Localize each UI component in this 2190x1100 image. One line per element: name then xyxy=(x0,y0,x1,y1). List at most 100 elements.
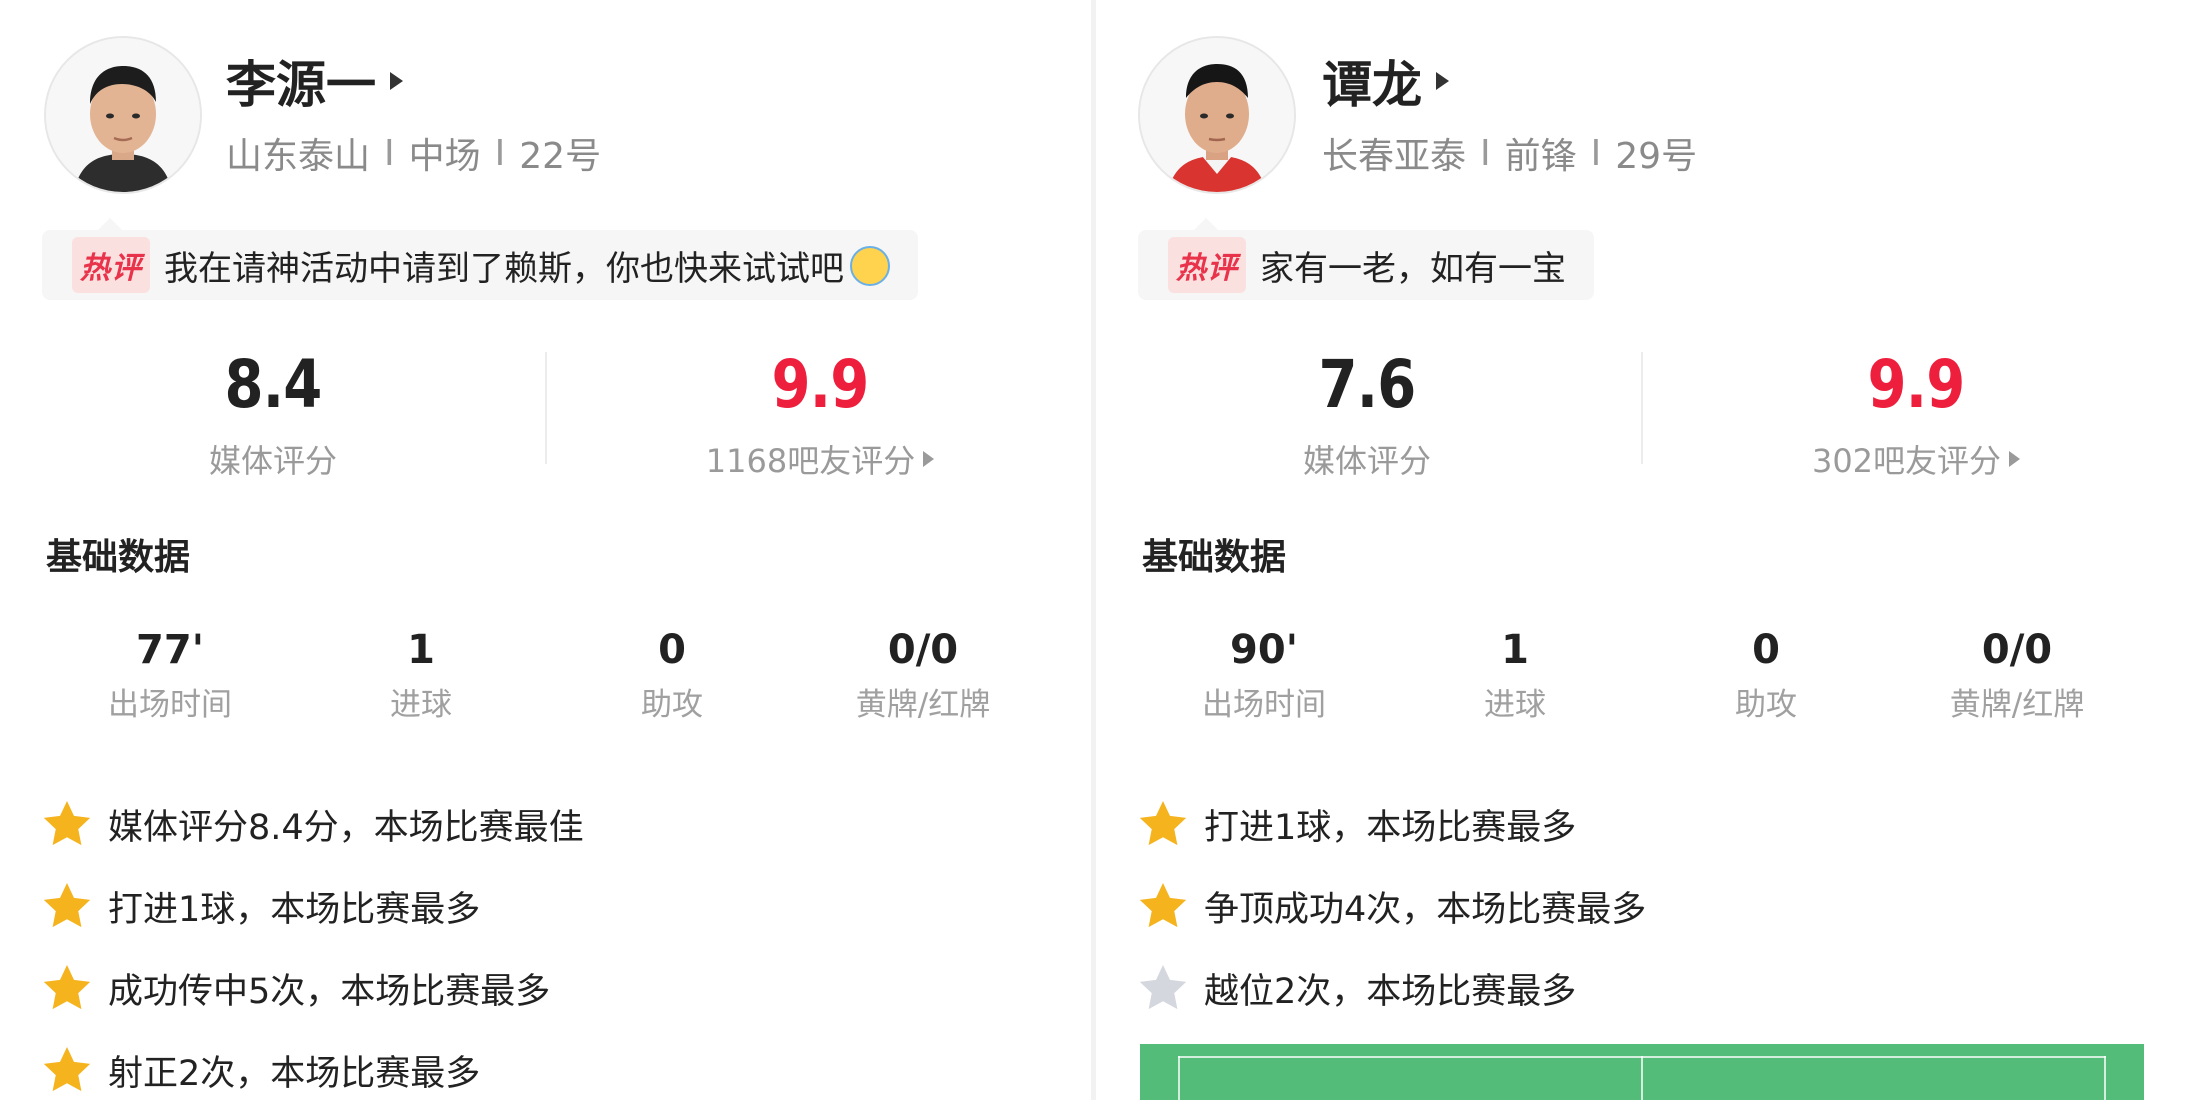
star-icon xyxy=(1139,801,1187,846)
meta-separator: I xyxy=(1480,132,1491,174)
highlight-text: 打进1球，本场比赛最多 xyxy=(108,889,481,930)
player-number: 29号 xyxy=(1615,136,1698,177)
player-name-text: 谭龙 xyxy=(1322,56,1422,114)
smiling-face-emoji-icon xyxy=(850,245,890,286)
stat-goals: 1 进球 xyxy=(1390,620,1640,730)
triangle-right-icon xyxy=(1436,72,1449,90)
media-score-cell: 8.4 媒体评分 xyxy=(173,342,373,482)
stat-minutes: 77' 出场时间 xyxy=(45,620,295,730)
triangle-right-icon xyxy=(390,72,403,90)
highlight-item: 射正2次，本场比赛最多 xyxy=(40,1040,480,1100)
player-number: 22号 xyxy=(519,136,602,177)
meta-separator: I xyxy=(384,132,395,174)
stat-label: 助攻 xyxy=(1735,687,1797,723)
highlight-item: 成功传中5次，本场比赛最多 xyxy=(40,958,550,1018)
player-card-left: 李源一 山东泰山 I 中场 I 22号 热评 我在请神活动中请到了赖斯，你也快来… xyxy=(0,0,1091,1100)
pitch-heatmap[interactable] xyxy=(1140,1044,2144,1100)
stat-value: 77' xyxy=(136,627,204,673)
hot-comment-badge: 热评 xyxy=(72,237,150,293)
triangle-right-icon xyxy=(2009,451,2021,467)
player-meta: 山东泰山 I 中场 I 22号 xyxy=(226,128,601,178)
player-name[interactable]: 李源一 xyxy=(226,48,403,114)
meta-separator: I xyxy=(494,132,506,174)
player-position: 中场 xyxy=(408,136,481,177)
player-photo-icon xyxy=(1140,38,1294,192)
stat-value: 0/0 xyxy=(1981,627,2053,673)
player-photo-icon xyxy=(46,38,200,192)
player-name-text: 李源一 xyxy=(226,56,376,114)
highlight-item: 越位2次，本场比赛最多 xyxy=(1136,958,1576,1018)
highlight-text: 射正2次，本场比赛最多 xyxy=(108,1053,481,1094)
highlight-text: 媒体评分8.4分，本场比赛最佳 xyxy=(108,807,584,848)
highlight-item: 打进1球，本场比赛最多 xyxy=(40,876,480,936)
stat-assists: 0 助攻 xyxy=(547,620,797,730)
stat-label: 黄牌/红牌 xyxy=(1949,687,2085,723)
team-name: 山东泰山 xyxy=(226,136,371,177)
basic-stats: 77' 出场时间 1 进球 0 助攻 0/0 黄牌/红牌 xyxy=(0,620,1091,730)
stat-value: 0/0 xyxy=(887,627,959,673)
stat-label: 黄牌/红牌 xyxy=(855,687,991,723)
player-meta: 长春亚泰 I 前锋 I 29号 xyxy=(1322,128,1697,178)
section-title-basic-stats: 基础数据 xyxy=(1142,537,1287,578)
stat-label: 进球 xyxy=(1484,687,1546,723)
star-icon xyxy=(43,883,91,928)
media-score-cell: 7.6 媒体评分 xyxy=(1267,342,1467,482)
player-card-right: 谭龙 长春亚泰 I 前锋 I 29号 热评 家有一老，如有一宝 7.6 媒体评分… xyxy=(1096,0,2190,1100)
hot-comment-text: 我在请神活动中请到了赖斯，你也快来试试吧 xyxy=(164,241,890,290)
highlight-item: 争顶成功4次，本场比赛最多 xyxy=(1136,876,1646,936)
stat-label: 进球 xyxy=(390,687,452,723)
stat-assists: 0 助攻 xyxy=(1641,620,1891,730)
score-row: 7.6 媒体评分 9.9 302吧友评分 xyxy=(1096,342,2190,482)
star-icon xyxy=(1139,965,1187,1010)
fan-score: 9.9 xyxy=(771,346,870,423)
star-icon xyxy=(43,801,91,846)
pitch-halfway-line xyxy=(1641,1056,1643,1100)
stat-value: 90' xyxy=(1230,627,1298,673)
fan-score: 9.9 xyxy=(1867,346,1966,423)
media-score-label: 媒体评分 xyxy=(1302,442,1431,480)
player-position: 前锋 xyxy=(1504,136,1577,177)
stat-value: 0 xyxy=(1752,627,1780,673)
fan-score-link[interactable]: 302吧友评分 xyxy=(1811,436,2021,482)
triangle-right-icon xyxy=(923,451,935,467)
player-name[interactable]: 谭龙 xyxy=(1322,48,1449,114)
highlight-text: 打进1球，本场比赛最多 xyxy=(1204,807,1577,848)
media-score-label: 媒体评分 xyxy=(208,442,337,480)
score-divider xyxy=(545,352,547,464)
highlight-item: 媒体评分8.4分，本场比赛最佳 xyxy=(40,794,584,854)
highlight-item: 打进1球，本场比赛最多 xyxy=(1136,794,1576,854)
score-row: 8.4 媒体评分 9.9 1168吧友评分 xyxy=(0,342,1091,482)
hot-comment-badge: 热评 xyxy=(1168,237,1246,293)
media-score: 7.6 xyxy=(1318,346,1417,423)
fan-score-link[interactable]: 1168吧友评分 xyxy=(705,436,935,482)
player-avatar[interactable] xyxy=(1138,36,1296,194)
stat-label: 助攻 xyxy=(641,687,703,723)
hot-comment-bubble[interactable]: 热评 家有一老，如有一宝 xyxy=(1138,218,1594,300)
highlight-text: 争顶成功4次，本场比赛最多 xyxy=(1204,889,1647,930)
score-divider xyxy=(1641,352,1643,464)
fan-score-label: 302吧友评分 xyxy=(1811,442,2002,480)
media-score: 8.4 xyxy=(224,346,323,423)
stat-value: 0 xyxy=(658,627,686,673)
pitch-line xyxy=(1178,1056,1180,1100)
fan-score-cell[interactable]: 9.9 1168吧友评分 xyxy=(620,342,1020,482)
section-title-basic-stats: 基础数据 xyxy=(46,537,191,578)
player-avatar[interactable] xyxy=(44,36,202,194)
highlight-text: 越位2次，本场比赛最多 xyxy=(1204,971,1577,1012)
hot-comment-content: 我在请神活动中请到了赖斯，你也快来试试吧 xyxy=(164,248,844,289)
stat-value: 1 xyxy=(1501,627,1529,673)
fan-score-cell[interactable]: 9.9 302吧友评分 xyxy=(1716,342,2116,482)
team-name: 长春亚泰 xyxy=(1322,136,1467,177)
stat-label: 出场时间 xyxy=(108,687,232,723)
stat-cards: 0/0 黄牌/红牌 xyxy=(798,620,1048,730)
stat-value: 1 xyxy=(407,627,435,673)
page: 李源一 山东泰山 I 中场 I 22号 热评 我在请神活动中请到了赖斯，你也快来… xyxy=(0,0,2190,1100)
star-icon xyxy=(43,1047,91,1092)
fan-score-label: 1168吧友评分 xyxy=(705,442,916,480)
hot-comment-bubble[interactable]: 热评 我在请神活动中请到了赖斯，你也快来试试吧 xyxy=(42,218,918,300)
basic-stats: 90' 出场时间 1 进球 0 助攻 0/0 黄牌/红牌 xyxy=(1096,620,2190,730)
stat-label: 出场时间 xyxy=(1202,687,1326,723)
hot-comment-text: 家有一老，如有一宝 xyxy=(1260,248,1566,289)
stat-cards: 0/0 黄牌/红牌 xyxy=(1892,620,2142,730)
stat-goals: 1 进球 xyxy=(296,620,546,730)
